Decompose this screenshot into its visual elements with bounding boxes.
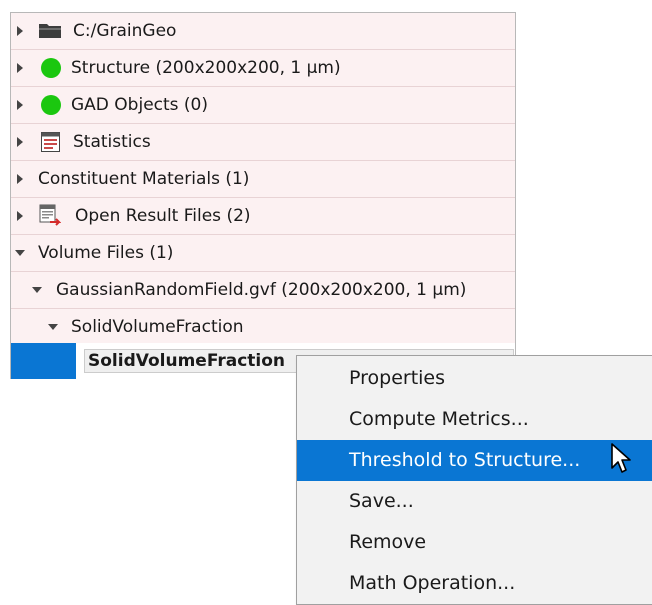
expand-arrow-icon[interactable] [17, 100, 23, 110]
collapse-arrow-icon[interactable] [48, 324, 58, 330]
tree-item-graingeo[interactable]: C:/GrainGeo [11, 13, 515, 50]
mouse-pointer-icon [611, 443, 631, 473]
menu-item-label: Properties [349, 367, 446, 389]
statistics-icon [41, 132, 60, 152]
tree-item-label: Constituent Materials (1) [38, 169, 250, 189]
tree-item-label: Statistics [73, 132, 151, 152]
green-dot-icon [41, 58, 61, 78]
menu-item-label: Math Operation... [349, 572, 516, 594]
result-files-icon [39, 204, 61, 226]
tree-item-label: GaussianRandomField.gvf (200x200x200, 1 … [56, 280, 467, 300]
menu-item-label: Remove [349, 531, 427, 553]
menu-item-math-operation[interactable]: Math Operation... [297, 563, 652, 604]
menu-item-label: Threshold to Structure... [349, 449, 581, 471]
menu-item-save[interactable]: Save... [297, 481, 652, 522]
tree-item-solid-volume-fraction-group[interactable]: SolidVolumeFraction [11, 309, 515, 346]
tree-item-gaussian-random-field[interactable]: GaussianRandomField.gvf (200x200x200, 1 … [11, 272, 515, 309]
tree-item-statistics[interactable]: Statistics [11, 124, 515, 161]
menu-item-compute-metrics[interactable]: Compute Metrics... [297, 399, 652, 440]
expand-arrow-icon[interactable] [17, 137, 23, 147]
tree-item-open-result-files[interactable]: Open Result Files (2) [11, 198, 515, 235]
menu-item-properties[interactable]: Properties [297, 358, 652, 399]
menu-item-label: Save... [349, 490, 414, 512]
tree-item-label: GAD Objects (0) [71, 95, 209, 115]
expand-arrow-icon[interactable] [17, 174, 23, 184]
tree-item-volume-files[interactable]: Volume Files (1) [11, 235, 515, 272]
tree-item-label: Volume Files (1) [38, 243, 174, 263]
tree-item-constituent-materials[interactable]: Constituent Materials (1) [11, 161, 515, 198]
tree-item-label: Open Result Files (2) [75, 206, 251, 226]
expand-arrow-icon[interactable] [17, 63, 23, 73]
folder-icon [39, 24, 61, 38]
collapse-arrow-icon[interactable] [32, 287, 42, 293]
tree-item-label: Structure (200x200x200, 1 µm) [71, 58, 341, 78]
selection-highlight [11, 343, 76, 379]
expand-arrow-icon[interactable] [17, 211, 23, 221]
green-dot-icon [41, 95, 61, 115]
menu-item-remove[interactable]: Remove [297, 522, 652, 563]
menu-item-threshold-to-structure[interactable]: Threshold to Structure... [297, 440, 652, 481]
tree-item-gad-objects[interactable]: GAD Objects (0) [11, 87, 515, 124]
collapse-arrow-icon[interactable] [15, 250, 25, 256]
project-tree: C:/GrainGeo Structure (200x200x200, 1 µm… [10, 12, 516, 380]
tree-item-structure[interactable]: Structure (200x200x200, 1 µm) [11, 50, 515, 87]
tree-item-label: C:/GrainGeo [73, 21, 177, 41]
context-menu: Properties Compute Metrics... Threshold … [296, 355, 652, 605]
menu-item-label: Compute Metrics... [349, 408, 529, 430]
expand-arrow-icon[interactable] [17, 26, 23, 36]
selected-item-label: SolidVolumeFraction [88, 351, 286, 371]
tree-item-label: SolidVolumeFraction [71, 317, 244, 337]
